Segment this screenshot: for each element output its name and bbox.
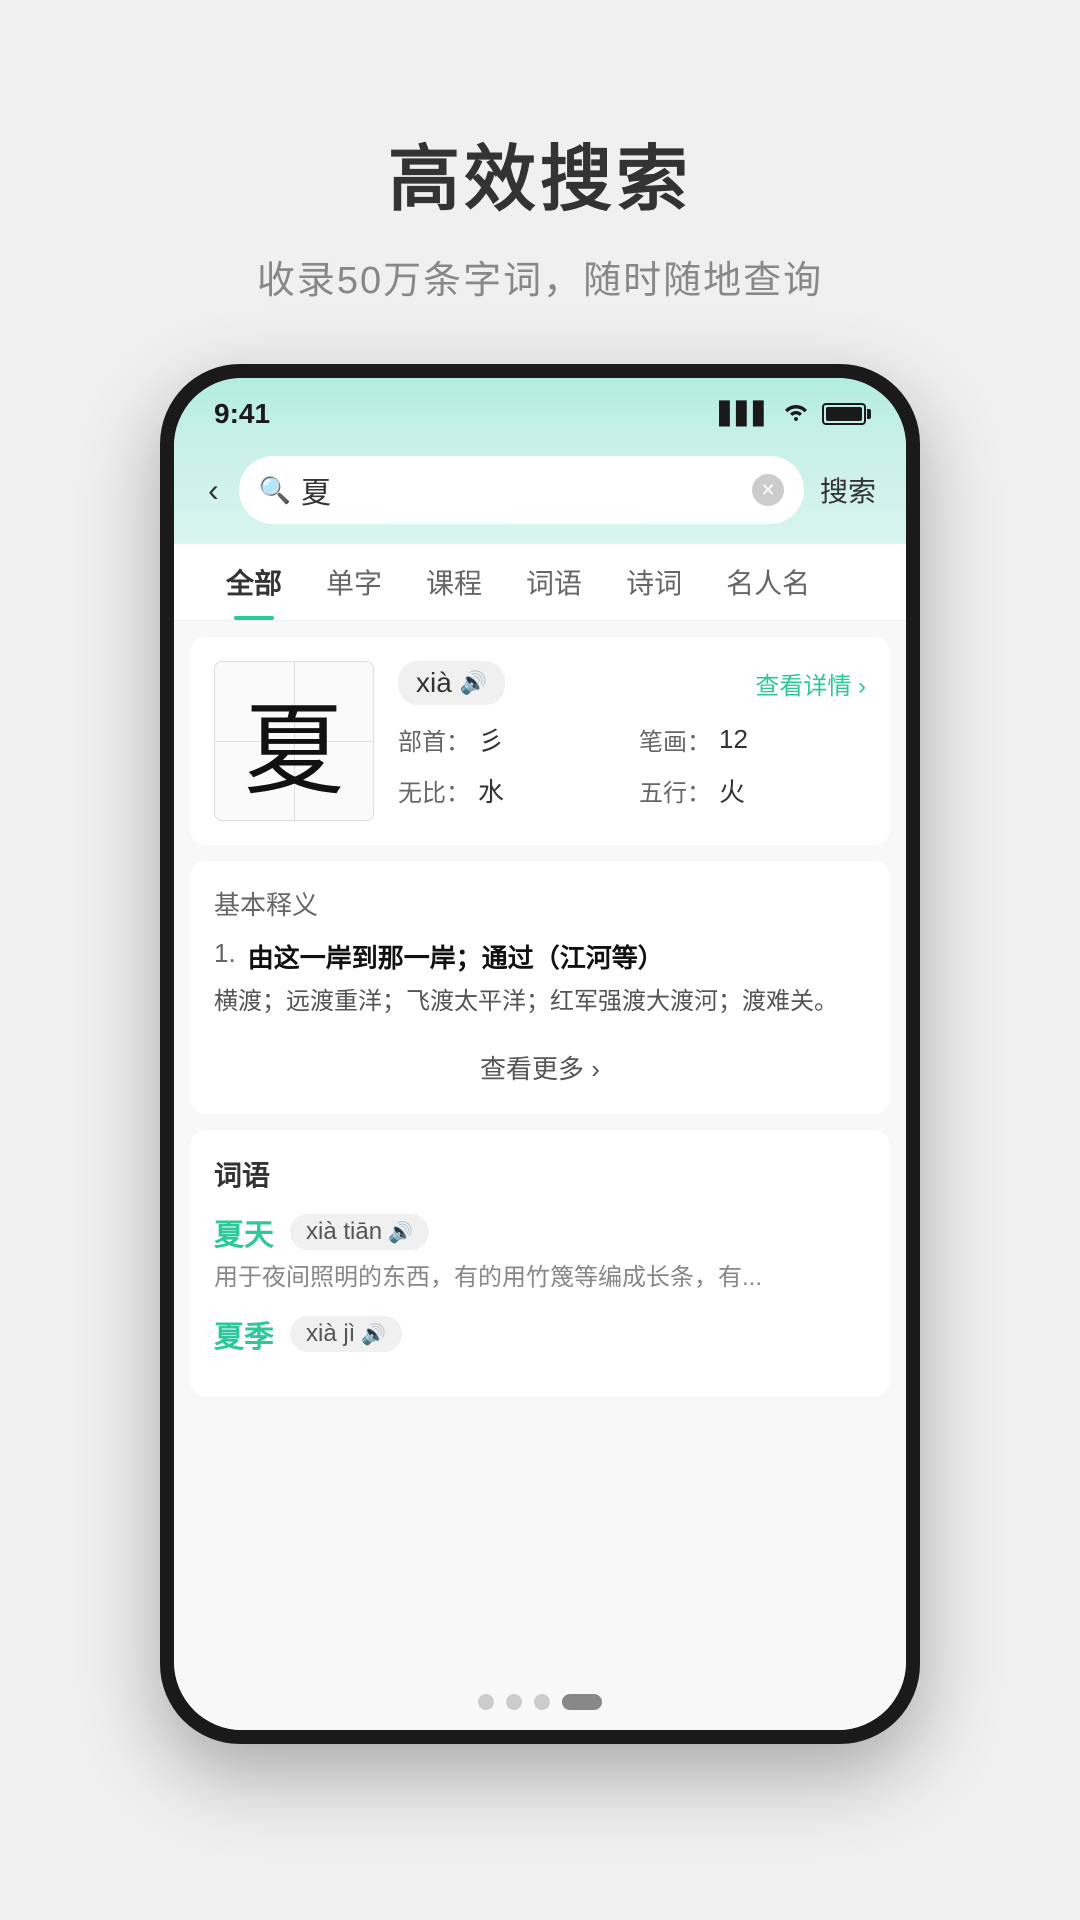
prop-wuxing: 五行： 火 xyxy=(639,772,866,809)
prop-wubi: 无比： 水 xyxy=(398,772,625,809)
def-detail: 横渡；远渡重洋；飞渡太平洋；红军强渡大渡河；渡难关。 xyxy=(214,983,866,1021)
prop-wubi-label: 无比： xyxy=(398,773,470,808)
prop-radical: 部首： 彡 xyxy=(398,721,625,758)
pinyin-text: xià xyxy=(416,667,452,699)
definition-item-1: 1. 由这一岸到那一岸；通过（江河等） 横渡；远渡重洋；飞渡太平洋；红军强渡大渡… xyxy=(214,938,866,1021)
word-pinyin-1: xià tiān xyxy=(306,1218,382,1246)
prop-wuxing-value: 火 xyxy=(719,772,745,809)
def-number: 1. xyxy=(214,938,236,975)
words-title: 词语 xyxy=(214,1154,866,1194)
pagination-area xyxy=(174,1678,906,1730)
see-more-text: 查看更多 › xyxy=(480,1049,600,1086)
definitions-section: 基本释义 1. 由这一岸到那一岸；通过（江河等） 横渡；远渡重洋；飞渡太平洋；红… xyxy=(190,861,890,1114)
sound-icon[interactable]: 🔊 xyxy=(460,670,487,696)
status-icons: ▋▋▋ xyxy=(719,400,866,428)
word-header-1: 夏天 xià tiān 🔊 xyxy=(214,1210,866,1254)
prop-strokes-value: 12 xyxy=(719,724,748,755)
character-card: 夏 xià 🔊 查看详情 › 部首： xyxy=(190,637,890,845)
dot-2 xyxy=(506,1694,522,1710)
detail-link[interactable]: 查看详情 › xyxy=(755,666,866,701)
tab-poetry[interactable]: 诗词 xyxy=(604,544,704,620)
tab-courses[interactable]: 课程 xyxy=(404,544,504,620)
prop-strokes-label: 笔画： xyxy=(639,722,711,757)
wifi-icon xyxy=(782,400,810,428)
pinyin-badge: xià 🔊 xyxy=(398,661,505,705)
word-header-2: 夏季 xià jì 🔊 xyxy=(214,1312,866,1356)
prop-wubi-value: 水 xyxy=(478,772,504,809)
word-sound-icon-1[interactable]: 🔊 xyxy=(388,1220,413,1245)
character-glyph: 夏 xyxy=(244,669,344,814)
search-input-wrap[interactable]: 🔍 夏 ✕ xyxy=(239,456,804,524)
see-more-button[interactable]: 查看更多 › xyxy=(214,1033,866,1090)
status-bar: 9:41 ▋▋▋ xyxy=(174,378,906,440)
prop-radical-label: 部首： xyxy=(398,722,470,757)
word-desc-1: 用于夜间照明的东西，有的用竹篾等编成长条，有... xyxy=(214,1260,866,1296)
dot-3 xyxy=(534,1694,550,1710)
prop-wuxing-label: 五行： xyxy=(639,773,711,808)
word-pinyin-badge-1: xià tiān 🔊 xyxy=(290,1214,429,1250)
tab-words[interactable]: 词语 xyxy=(504,544,604,620)
battery-icon xyxy=(822,403,866,425)
back-button[interactable]: ‹ xyxy=(204,468,223,513)
search-button[interactable]: 搜索 xyxy=(820,470,876,510)
word-sound-icon-2[interactable]: 🔊 xyxy=(361,1322,386,1347)
tab-single-char[interactable]: 单字 xyxy=(304,544,404,620)
content-area: 夏 xià 🔊 查看详情 › 部首： xyxy=(174,621,906,1678)
status-time: 9:41 xyxy=(214,398,270,430)
tab-famous-quotes[interactable]: 名人名 xyxy=(704,544,832,620)
words-section: 词语 夏天 xià tiān 🔊 用于夜间照明的东西，有的用竹篾等编成长条，有.… xyxy=(190,1130,890,1396)
prop-radical-value: 彡 xyxy=(478,721,504,758)
word-char-1: 夏天 xyxy=(214,1210,274,1254)
definitions-title: 基本释义 xyxy=(214,885,866,922)
tab-all[interactable]: 全部 xyxy=(204,544,304,620)
word-pinyin-2: xià jì xyxy=(306,1320,355,1348)
dot-1 xyxy=(478,1694,494,1710)
character-display: 夏 xyxy=(214,661,374,821)
word-item-1[interactable]: 夏天 xià tiān 🔊 用于夜间照明的东西，有的用竹篾等编成长条，有... xyxy=(214,1210,866,1296)
page-title: 高效搜索 xyxy=(257,120,823,225)
pinyin-row: xià 🔊 查看详情 › xyxy=(398,661,866,705)
dot-4-active xyxy=(562,1694,602,1710)
word-item-2[interactable]: 夏季 xià jì 🔊 xyxy=(214,1312,866,1356)
detail-link-text: 查看详情 › xyxy=(755,666,866,701)
word-pinyin-badge-2: xià jì 🔊 xyxy=(290,1316,402,1352)
def-heading: 由这一岸到那一岸；通过（江河等） xyxy=(248,938,664,975)
signal-icon: ▋▋▋ xyxy=(719,401,770,427)
character-info: xià 🔊 查看详情 › 部首： 彡 笔画： xyxy=(398,661,866,809)
character-properties: 部首： 彡 笔画： 12 无比： 水 五行： 火 xyxy=(398,721,866,809)
definition-main: 1. 由这一岸到那一岸；通过（江河等） xyxy=(214,938,866,975)
page-header: 高效搜索 收录50万条字词，随时随地查询 xyxy=(257,0,823,304)
phone-screen: 9:41 ▋▋▋ ‹ 🔍 夏 ✕ xyxy=(174,378,906,1730)
prop-strokes: 笔画： 12 xyxy=(639,721,866,758)
page-subtitle: 收录50万条字词，随时随地查询 xyxy=(257,249,823,304)
search-query: 夏 xyxy=(301,468,742,512)
search-icon: 🔍 xyxy=(259,475,291,506)
search-area: ‹ 🔍 夏 ✕ 搜索 xyxy=(174,440,906,544)
clear-button[interactable]: ✕ xyxy=(752,474,784,506)
tabs-bar: 全部 单字 课程 词语 诗词 名人名 xyxy=(174,544,906,621)
word-char-2: 夏季 xyxy=(214,1312,274,1356)
phone-mockup: 9:41 ▋▋▋ ‹ 🔍 夏 ✕ xyxy=(160,364,920,1744)
